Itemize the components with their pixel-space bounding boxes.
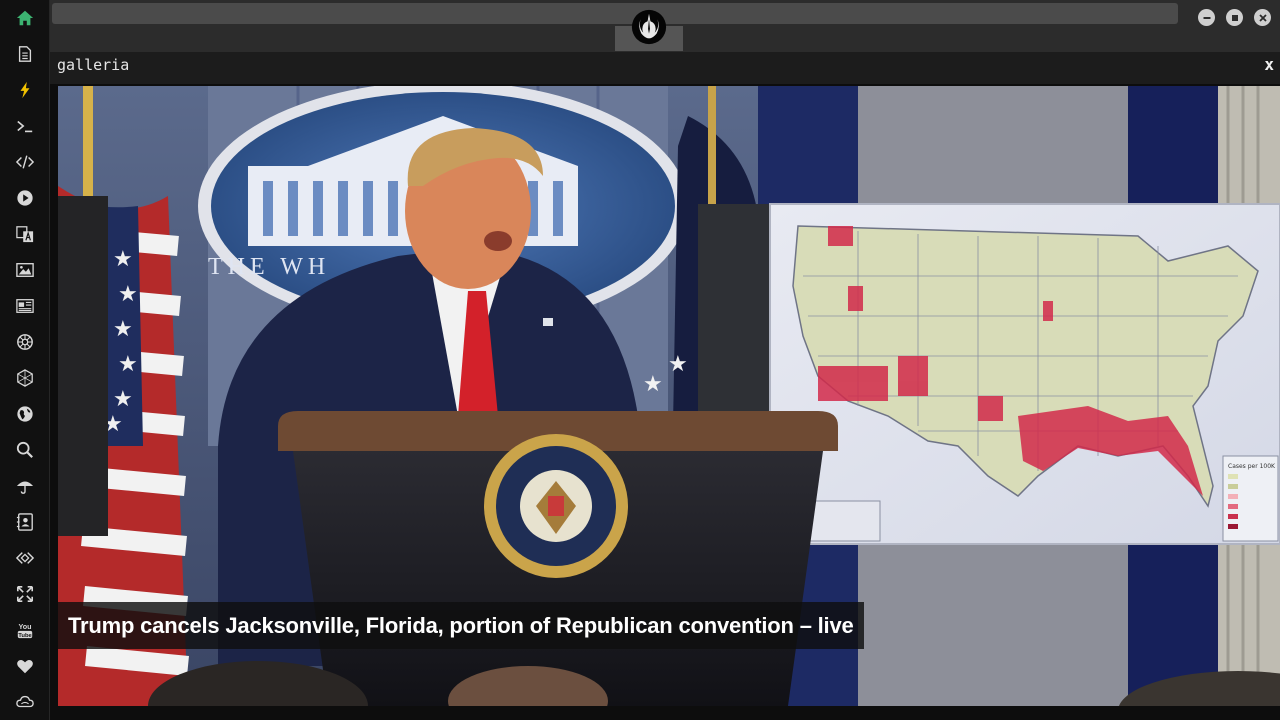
- svg-text:You: You: [18, 622, 31, 631]
- svg-text:★: ★: [643, 372, 663, 397]
- svg-text:★: ★: [113, 317, 133, 342]
- globe-icon[interactable]: [15, 404, 35, 424]
- svg-text:★: ★: [118, 352, 138, 377]
- hexagon-icon[interactable]: [15, 368, 35, 388]
- lightning-icon[interactable]: [15, 80, 35, 100]
- image-caption: Trump cancels Jacksonville, Florida, por…: [58, 602, 864, 649]
- title-bar: [50, 0, 1280, 52]
- svg-text:★: ★: [118, 282, 138, 307]
- status-strip: [50, 706, 1280, 720]
- svg-text:★: ★: [113, 247, 133, 272]
- empire-icon[interactable]: [15, 332, 35, 352]
- svg-text:Tube: Tube: [18, 633, 32, 639]
- newspaper-icon[interactable]: [15, 296, 35, 316]
- panel-close-button[interactable]: x: [1264, 55, 1274, 74]
- caption-text: Trump cancels Jacksonville, Florida, por…: [68, 612, 854, 638]
- document-icon[interactable]: [15, 44, 35, 64]
- expand-icon[interactable]: [15, 584, 35, 604]
- home-icon[interactable]: [15, 8, 35, 28]
- svg-text:★: ★: [668, 352, 688, 377]
- address-bar[interactable]: [52, 3, 1178, 24]
- minimize-icon: [1203, 16, 1210, 19]
- code-icon[interactable]: [15, 152, 35, 172]
- svg-text:THE WH: THE WH: [208, 254, 330, 280]
- api-icon[interactable]: [15, 548, 35, 568]
- play-icon[interactable]: [15, 188, 35, 208]
- minimize-button[interactable]: [1198, 9, 1215, 26]
- close-icon: [1258, 13, 1267, 22]
- terminal-icon[interactable]: [15, 116, 35, 136]
- maximize-button[interactable]: [1226, 9, 1243, 26]
- panel-header: galleria x: [50, 52, 1280, 84]
- close-window-button[interactable]: [1254, 9, 1271, 26]
- sidebar: You Tube: [0, 0, 50, 720]
- maximize-icon: [1231, 14, 1238, 21]
- heart-icon[interactable]: [15, 656, 35, 676]
- search-icon[interactable]: [15, 440, 35, 460]
- youtube-icon[interactable]: You Tube: [15, 620, 35, 640]
- image-icon[interactable]: [15, 260, 35, 280]
- svg-text:★: ★: [113, 387, 133, 412]
- panel-title: galleria: [57, 56, 130, 74]
- contacts-icon[interactable]: [15, 512, 35, 532]
- map-legend-title: Cases per 100K: [1228, 463, 1276, 470]
- cloud-icon[interactable]: [15, 692, 35, 712]
- rebel-alliance-icon: [631, 9, 667, 45]
- translate-icon[interactable]: [15, 224, 35, 244]
- umbrella-icon[interactable]: [15, 476, 35, 496]
